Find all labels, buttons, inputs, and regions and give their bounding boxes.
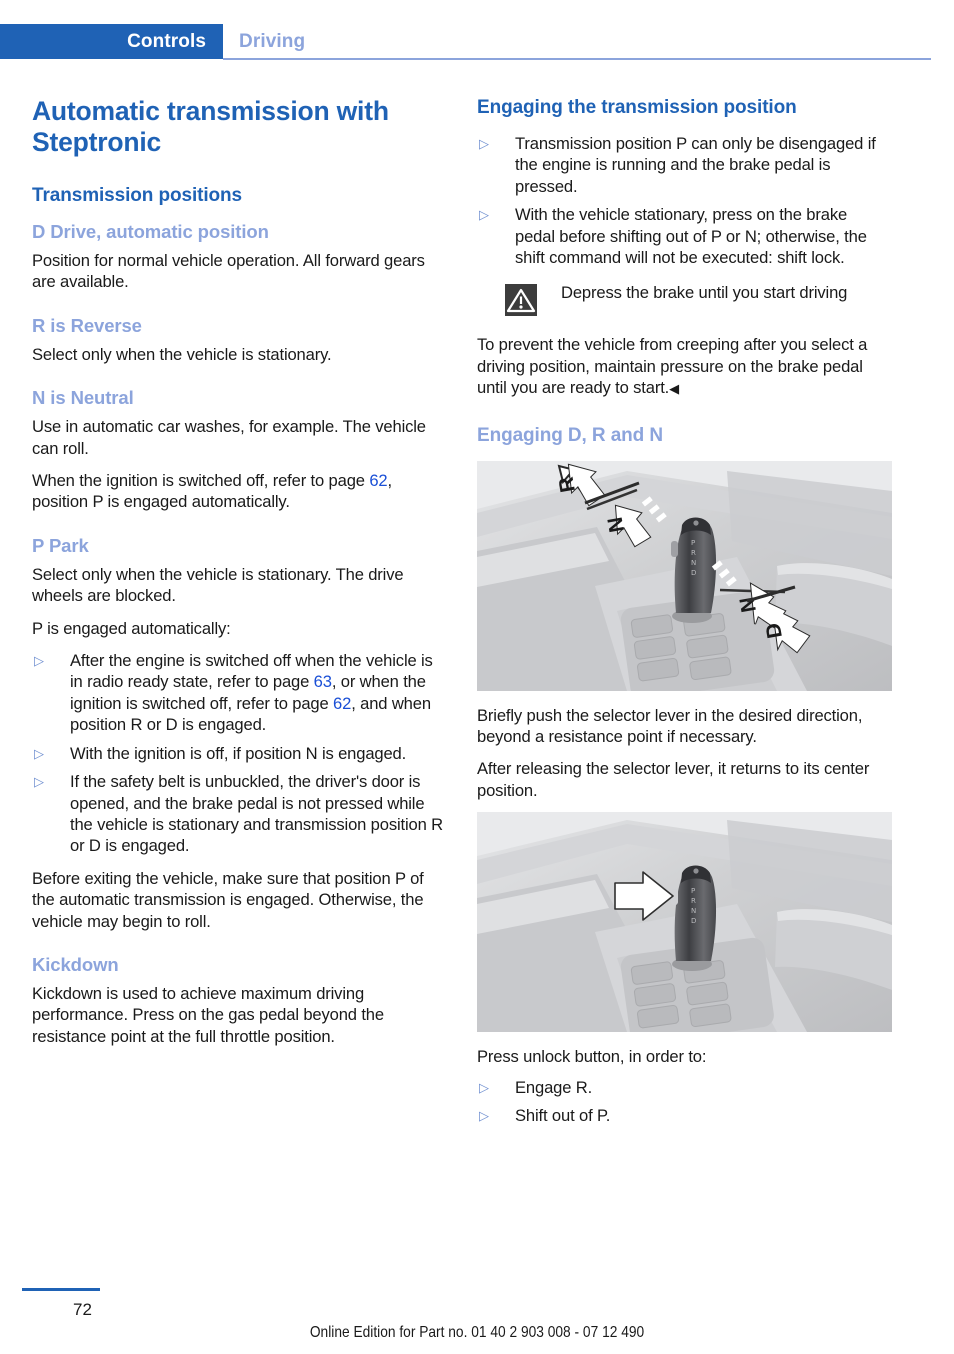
- bullet-triangle-icon: ▷: [479, 1108, 489, 1124]
- list-item-text: With the ignition is off, if position N …: [70, 743, 407, 763]
- paragraph-release-lever: After releasing the selector lever, it r…: [477, 759, 870, 800]
- paragraph-press-unlock: Press unlock button, in order to:: [477, 1047, 707, 1067]
- header-divider: [223, 58, 931, 60]
- bullet-triangle-icon: ▷: [479, 207, 489, 223]
- edition-notice: Online Edition for Part no. 01 40 2 903 …: [309, 1324, 645, 1341]
- svg-text:D: D: [691, 917, 696, 925]
- svg-text:P: P: [691, 887, 695, 895]
- bullet-triangle-icon: ▷: [34, 653, 44, 669]
- svg-text:R: R: [691, 897, 696, 905]
- subheading-kickdown: Kickdown: [32, 953, 119, 975]
- warning-triangle-icon: [505, 284, 537, 317]
- paragraph-p-park-2: P is engaged automatically:: [32, 618, 231, 638]
- list-item: ▷ With the vehicle stationary, press on …: [477, 204, 891, 268]
- paragraph-d-drive: Position for normal vehicle operation. A…: [32, 251, 425, 292]
- page-header: Controls Driving: [0, 0, 954, 62]
- paragraph-p-park-1: Select only when the vehicle is stationa…: [32, 564, 404, 606]
- warning-end-marker: ◀: [669, 381, 679, 397]
- tab-controls[interactable]: Controls: [0, 24, 223, 59]
- bullet-list-unlock: ▷ Engage R. ▷ Shift out of P.: [477, 1077, 891, 1127]
- svg-text:D: D: [691, 569, 696, 577]
- svg-text:P: P: [691, 539, 695, 547]
- svg-text:R: R: [691, 549, 696, 557]
- warning-title: Depress the brake until you start drivin…: [561, 283, 848, 303]
- page-reference-62b[interactable]: 62: [333, 694, 351, 713]
- section-heading-engaging-d-r-n: Engaging D, R and N: [477, 424, 663, 446]
- paragraph-warning-body: To prevent the vehicle from creeping aft…: [477, 334, 891, 399]
- list-item: ▷ Shift out of P.: [477, 1105, 891, 1126]
- svg-text:N: N: [691, 907, 696, 915]
- warning-block: Depress the brake until you start drivin…: [477, 282, 891, 324]
- bullet-list-engaging: ▷ Transmission position P can only be di…: [477, 133, 891, 268]
- page-number: 72: [73, 1300, 92, 1319]
- list-item-text: If the safety belt is unbuckled, the dri…: [70, 772, 443, 856]
- svg-text:N: N: [691, 559, 696, 567]
- paragraph-kickdown: Kickdown is used to achieve maximum driv…: [32, 983, 384, 1046]
- page-reference-62[interactable]: 62: [369, 471, 387, 490]
- paragraph-n-neutral-2: When the ignition is switched off, refer…: [32, 470, 446, 513]
- figure-selector-lever-directions: PRND R N N D: [477, 460, 892, 691]
- section-heading-engaging-transmission-position: Engaging the transmission position: [477, 97, 797, 118]
- tab-controls-label: Controls: [127, 31, 206, 52]
- list-item: ▷ Transmission position P can only be di…: [477, 133, 891, 197]
- section-heading-transmission-positions: Transmission positions: [32, 185, 243, 206]
- bullet-triangle-icon: ▷: [34, 745, 44, 761]
- paragraph-park-closing: Before exiting the vehicle, make sure th…: [32, 868, 424, 931]
- right-column: Engaging the transmission position ▷ Tra…: [477, 96, 892, 1138]
- list-item-text: Transmission position P can only be dise…: [515, 134, 876, 196]
- bullet-triangle-icon: ▷: [479, 1079, 489, 1095]
- bullet-list-park: ▷ After the engine is switched off when …: [32, 650, 446, 857]
- paragraph-r-reverse: Select only when the vehicle is stationa…: [32, 344, 332, 364]
- list-item: ▷ If the safety belt is unbuckled, the d…: [32, 771, 446, 857]
- subheading-d-drive: D Drive, automatic position: [32, 221, 269, 242]
- text-before-ref: When the ignition is switched off, refer…: [32, 471, 370, 491]
- list-item-text: Engage R.: [515, 1077, 593, 1097]
- bullet-triangle-icon: ▷: [479, 136, 489, 151]
- tab-driving[interactable]: Driving: [239, 31, 305, 53]
- list-item: ▷ After the engine is switched off when …: [32, 650, 446, 736]
- list-item: ▷ Engage R.: [477, 1077, 891, 1098]
- paragraph-push-lever: Briefly push the selector lever in the d…: [477, 705, 863, 747]
- list-item-text: With the vehicle stationary, press on th…: [515, 205, 867, 268]
- left-column: Automatic transmission with Steptronic T…: [32, 96, 446, 1047]
- paragraph-n-neutral-1: Use in automatic car washes, for example…: [32, 417, 426, 458]
- page-title: Automatic transmission with Steptronic: [32, 96, 389, 157]
- subheading-p-park: P Park: [32, 534, 89, 556]
- subheading-n-neutral: N is Neutral: [32, 387, 134, 409]
- list-item: ▷ With the ignition is off, if position …: [32, 743, 446, 764]
- subheading-r-reverse: R is Reverse: [32, 314, 142, 336]
- page-footer: 72 Online Edition for Part no. 01 40 2 9…: [0, 1264, 954, 1354]
- footer-divider: [22, 1288, 100, 1291]
- page-reference-63[interactable]: 63: [314, 672, 332, 691]
- figure-unlock-button: PRND: [477, 812, 892, 1033]
- list-item-text: Shift out of P.: [515, 1106, 611, 1126]
- bullet-triangle-icon: ▷: [34, 774, 44, 790]
